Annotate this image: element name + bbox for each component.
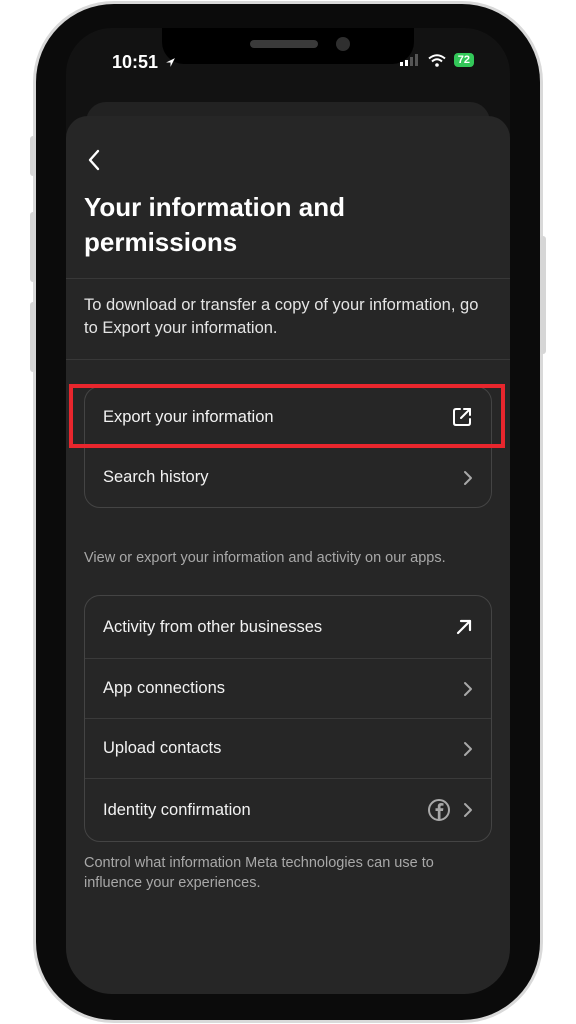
back-button[interactable] [80, 146, 108, 174]
camera [336, 37, 350, 51]
facebook-icon [428, 799, 450, 821]
export-information-row[interactable]: Export your information [85, 387, 491, 447]
screen: 10:51 72 Your information and permission… [66, 28, 510, 994]
permissions-card: Activity from other businesses App conne… [84, 595, 492, 842]
upload-contacts-row[interactable]: Upload contacts [85, 718, 491, 778]
activity-other-businesses-row[interactable]: Activity from other businesses [85, 596, 491, 658]
volume-up-button [30, 212, 36, 282]
page-title: Your information and permissions [84, 192, 345, 257]
app-connections-row[interactable]: App connections [85, 658, 491, 718]
upload-contacts-label: Upload contacts [103, 739, 222, 757]
chevron-right-icon [464, 803, 472, 817]
export-information-label: Export your information [103, 407, 274, 426]
search-history-row[interactable]: Search history [85, 447, 491, 507]
signal-icon [399, 54, 418, 66]
chevron-right-icon [464, 470, 472, 485]
identity-confirmation-row[interactable]: Identity confirmation [85, 778, 491, 841]
battery-badge: 72 [453, 53, 474, 67]
permissions-helper-text: Control what information Meta technologi… [84, 855, 434, 891]
export-helper-text: View or export your information and acti… [84, 550, 446, 566]
divider-top [66, 278, 510, 279]
location-arrow-icon [166, 58, 175, 67]
notch [162, 28, 414, 64]
status-indicators: 72 [399, 53, 474, 67]
search-history-label: Search history [103, 468, 209, 486]
activity-other-businesses-label: Activity from other businesses [103, 617, 323, 636]
chevron-right-icon [464, 741, 472, 756]
intro-text: To download or transfer a copy of your i… [84, 296, 479, 337]
permissions-sheet: Your information and permissions To down… [66, 116, 510, 994]
mute-switch [30, 136, 36, 176]
volume-down-button [30, 302, 36, 372]
speaker [250, 40, 318, 48]
export-card: Export your information Search history [84, 386, 492, 508]
external-link-icon [453, 408, 471, 426]
divider-intro [66, 359, 510, 360]
identity-confirmation-label: Identity confirmation [103, 800, 251, 819]
chevron-right-icon [464, 681, 472, 696]
arrow-up-right-icon [456, 619, 472, 635]
power-button [540, 236, 546, 354]
app-connections-label: App connections [103, 679, 226, 697]
chevron-left-icon [88, 149, 100, 171]
status-time: 10:51 [112, 52, 176, 73]
status-time-text: 10:51 [112, 52, 159, 72]
wifi-icon [428, 53, 446, 67]
